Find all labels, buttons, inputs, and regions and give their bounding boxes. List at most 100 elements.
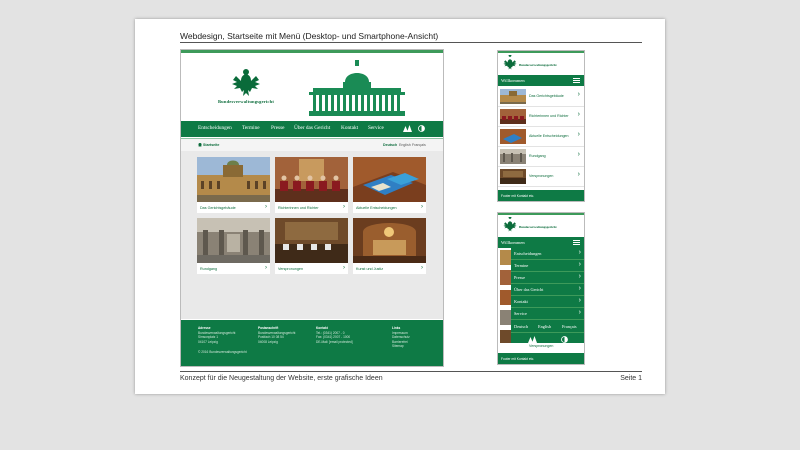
footer-line[interactable]: DE-Mail: [email protected] xyxy=(316,340,353,344)
brand-name: Bundesverwaltungsgericht xyxy=(519,63,557,67)
top-accent-bar xyxy=(498,213,584,215)
list-item[interactable]: Das Gerichtsgebäude › xyxy=(498,87,584,107)
menu-item-service[interactable]: Service › xyxy=(511,308,584,320)
footer-text: Footer mit Kontakt etc. xyxy=(501,357,535,361)
lang-english[interactable]: English xyxy=(538,324,551,329)
chevron-right-icon: › xyxy=(343,265,345,271)
court-building-thumb xyxy=(500,89,526,104)
breadcrumb-bar: Startseite Deutsch English Français xyxy=(181,139,443,151)
list-item-label: Richterinnen und Richter xyxy=(529,114,569,118)
tile-caption: Rundgang xyxy=(200,266,218,271)
tile-gerichtsgebaeude[interactable]: Das Gerichtsgebäude › xyxy=(197,157,270,213)
mobile-mockup-menu-open: Bundesverwaltungsgericht Willkommen Ents… xyxy=(497,212,585,365)
chevron-right-icon: › xyxy=(578,285,581,292)
footer-text: Footer mit Kontakt etc. xyxy=(501,194,535,198)
tile-caption: Kunst und Justiz xyxy=(356,266,384,271)
tour-hall-thumb xyxy=(500,149,526,164)
chevron-right-icon: › xyxy=(421,204,423,210)
nav-ueber-das-gericht[interactable]: Über das Gericht xyxy=(294,125,330,131)
chevron-right-icon: › xyxy=(577,131,580,138)
footer-contact: Kontakt Tel.: (0341) 2007 - 0 Fax: (0341… xyxy=(316,326,353,344)
text-size-icon[interactable] xyxy=(403,125,412,132)
tile-entscheidungen[interactable]: Aktuelle Entscheidungen › xyxy=(353,157,426,213)
chevron-right-icon: › xyxy=(265,265,267,271)
lang-deutsch[interactable]: Deutsch xyxy=(383,143,397,147)
desktop-mockup: Bundesverwaltungsgericht Entscheidungen xyxy=(180,49,444,367)
tile-caption: Verspronungen xyxy=(278,266,304,271)
menu-item-kontakt[interactable]: Kontakt › xyxy=(511,296,584,308)
list-item-label: Das Gerichtsgebäude xyxy=(529,94,564,98)
nav-presse[interactable]: Presse xyxy=(271,125,285,131)
brand-name: Bundesverwaltungsgericht xyxy=(217,99,275,104)
mobile-header-bar: Willkommen xyxy=(498,75,584,86)
home-icon xyxy=(198,142,202,147)
federal-eagle-icon xyxy=(503,217,517,232)
footer-rule xyxy=(180,371,642,372)
tile-caption: Das Gerichtsgebäude xyxy=(200,205,236,210)
breadcrumb[interactable]: Startseite xyxy=(198,142,219,147)
chevron-right-icon: › xyxy=(578,297,581,304)
chevron-right-icon: › xyxy=(578,273,581,280)
tile-kunst-und-justiz[interactable]: Kunst und Justiz › xyxy=(353,218,426,274)
art-hall-photo xyxy=(353,218,426,263)
list-item-label: Aktuelle Entscheidungen xyxy=(529,134,569,138)
mobile-header-bar: Willkommen xyxy=(498,237,584,248)
mobile-logo[interactable]: Bundesverwaltungsgericht xyxy=(498,217,584,237)
chevron-right-icon: › xyxy=(577,111,580,118)
nav-service[interactable]: Service xyxy=(368,125,384,131)
menu-item-entscheidungen[interactable]: Entscheidungen › xyxy=(511,248,584,260)
menu-item-label: Über das Gericht xyxy=(514,287,544,292)
text-size-icon[interactable] xyxy=(528,336,537,343)
list-item[interactable]: Richterinnen und Richter › xyxy=(498,107,584,127)
main-navigation: Entscheidungen Termine Presse Über das G… xyxy=(181,121,443,137)
chevron-right-icon: › xyxy=(421,265,423,271)
footer-link[interactable]: Sitemap xyxy=(392,344,410,348)
background-thumbnails xyxy=(498,248,511,352)
federal-eagle-icon xyxy=(503,55,517,70)
tile-caption: Aktuelle Entscheidungen xyxy=(356,205,397,210)
nav-entscheidungen[interactable]: Entscheidungen xyxy=(198,125,232,131)
footer-address: Adresse Bundesverwaltungsgericht Simsonp… xyxy=(198,326,235,344)
lang-francais[interactable]: Français xyxy=(412,143,426,147)
tile-verspronungen[interactable]: Verspronungen › xyxy=(275,218,348,274)
menu-item-ueber-das-gericht[interactable]: Über das Gericht › xyxy=(511,284,584,296)
lang-deutsch[interactable]: Deutsch xyxy=(514,324,528,329)
list-item[interactable]: Verspronungen xyxy=(498,343,584,351)
chevron-right-icon: › xyxy=(577,91,580,98)
tile-rundgang[interactable]: Rundgang › xyxy=(197,218,270,274)
menu-item-termine[interactable]: Termine › xyxy=(511,260,584,272)
decisions-photo xyxy=(353,157,426,202)
site-logo[interactable]: Bundesverwaltungsgericht xyxy=(211,66,281,104)
list-item[interactable]: Verspronungen › xyxy=(498,167,584,187)
document-title: Webdesign, Startseite mit Menü (Desktop-… xyxy=(180,31,439,41)
chevron-right-icon: › xyxy=(578,261,581,268)
judges-photo xyxy=(275,157,348,202)
lang-english[interactable]: English xyxy=(399,143,411,147)
document-sheet: Webdesign, Startseite mit Menü (Desktop-… xyxy=(135,19,665,394)
nav-kontakt[interactable]: Kontakt xyxy=(341,125,358,131)
chevron-right-icon: › xyxy=(265,204,267,210)
list-item[interactable]: Aktuelle Entscheidungen › xyxy=(498,127,584,147)
footer-heading: Links xyxy=(392,326,401,330)
chevron-right-icon: › xyxy=(577,151,580,158)
footer-link[interactable]: Datenschutz xyxy=(392,335,410,339)
mobile-mockup-home: Bundesverwaltungsgericht Willkommen Das … xyxy=(497,50,585,202)
menu-item-presse[interactable]: Presse › xyxy=(511,272,584,284)
hamburger-menu-icon[interactable] xyxy=(573,239,580,246)
footer-line: 04107 Leipzig xyxy=(198,339,218,344)
tile-caption: Richterinnen und Richter xyxy=(278,205,319,210)
contrast-icon[interactable] xyxy=(418,125,425,132)
nav-termine[interactable]: Termine xyxy=(242,125,260,131)
tile-richterinnen[interactable]: Richterinnen und Richter › xyxy=(275,157,348,213)
footer-line: 04008 Leipzig xyxy=(258,339,278,344)
mobile-logo[interactable]: Bundesverwaltungsgericht xyxy=(498,55,584,75)
hearing-room-photo xyxy=(275,218,348,263)
lang-francais[interactable]: Français xyxy=(562,324,577,329)
welcome-label: Willkommen xyxy=(501,77,525,83)
menu-item-label: Termine xyxy=(514,263,529,268)
tour-hall-photo xyxy=(197,218,270,263)
hamburger-menu-icon[interactable] xyxy=(573,77,580,84)
federal-eagle-icon xyxy=(232,69,260,96)
list-item[interactable]: Rundgang › xyxy=(498,147,584,167)
contrast-icon[interactable] xyxy=(561,336,568,343)
